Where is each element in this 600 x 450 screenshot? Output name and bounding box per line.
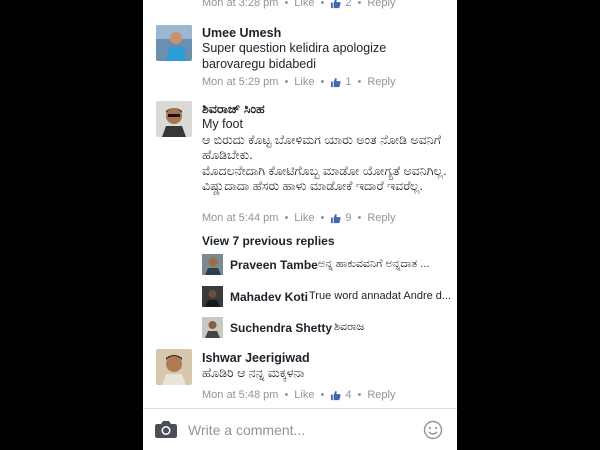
comment-text: ಹೊಡಿರಿ ಆ ನನ್ನ ಮಕ್ಕಳನಾ xyxy=(202,366,305,380)
reply-author[interactable]: Suchendra Shetty xyxy=(230,321,332,335)
like-count: 4 xyxy=(345,389,352,401)
thumbs-up-icon xyxy=(331,77,341,87)
commenter-name[interactable]: ಶಿವರಾಜ್ ಸಿಂಹ xyxy=(202,102,265,117)
like-count: 1 xyxy=(345,76,352,88)
comment-meta-2: Mon at 5:44 pm • Like • 9 • Reply xyxy=(202,212,396,224)
comment-text: Super question kelidira apologize barova… xyxy=(202,41,390,71)
comment-input[interactable]: Write a comment... xyxy=(188,422,305,438)
comment-text: My foot ಆ ಬಿರುದು ಕೊಟ್ಟ ಬೋಳಿಮಗ ಯಾರು ಅಂತ ನ… xyxy=(202,117,447,193)
comment-time: Mon at 5:44 pm xyxy=(202,212,279,224)
reply-link[interactable]: Reply xyxy=(367,389,395,401)
reply-author[interactable]: Mahadev Koti xyxy=(230,290,308,304)
comment-time: Mon at 3:28 pm xyxy=(202,0,279,9)
like-link[interactable]: Like xyxy=(294,389,314,401)
reply-item[interactable]: Praveen Tambe ಅನ್ನ ಹಾಕುವವನಿಗೆ ಅನ್ನದಾತ ..… xyxy=(202,254,452,276)
camera-icon[interactable] xyxy=(155,420,177,438)
comment-time: Mon at 5:48 pm xyxy=(202,389,279,401)
smiley-icon[interactable] xyxy=(423,420,443,440)
reply-link[interactable]: Reply xyxy=(367,212,395,224)
thumbs-up-icon xyxy=(331,390,341,400)
comment-composer: Write a comment... xyxy=(143,408,457,450)
comment-meta-3: Mon at 5:48 pm • Like • 4 • Reply xyxy=(202,389,396,401)
reply-item[interactable]: Mahadev Koti True word annadat Andre d..… xyxy=(202,286,452,308)
thumbs-up-icon xyxy=(331,213,341,223)
comment-time: Mon at 5:29 pm xyxy=(202,76,279,88)
comment-meta-0: Mon at 3:28 pm • Like • 2 • Reply xyxy=(202,0,395,9)
reply-text: ಅನ್ನ ಹಾಕುವವನಿಗೆ ಅನ್ನದಾತ ... xyxy=(318,258,430,270)
reply-link[interactable]: Reply xyxy=(367,0,395,9)
reply-item[interactable]: Suchendra Shetty ಶಿವರಾಜ xyxy=(202,317,452,339)
view-previous-replies-link[interactable]: View 7 previous replies xyxy=(202,234,335,248)
avatar[interactable] xyxy=(202,286,223,307)
comment-meta-1: Mon at 5:29 pm • Like • 1 • Reply xyxy=(202,76,396,88)
reply-link[interactable]: Reply xyxy=(367,76,395,88)
like-count: 2 xyxy=(345,0,352,9)
comments-screen: Mon at 3:28 pm • Like • 2 • Reply Umee U… xyxy=(143,0,457,450)
reply-text: True word annadat Andre d... xyxy=(309,290,452,302)
avatar[interactable] xyxy=(156,25,192,61)
like-count: 9 xyxy=(345,212,352,224)
like-link[interactable]: Like xyxy=(294,0,314,9)
avatar[interactable] xyxy=(202,254,223,275)
like-link[interactable]: Like xyxy=(294,212,314,224)
avatar[interactable] xyxy=(202,317,223,338)
avatar[interactable] xyxy=(156,349,192,385)
thumbs-up-icon xyxy=(331,0,341,8)
reply-text: ಶಿವರಾಜ xyxy=(334,321,365,333)
like-link[interactable]: Like xyxy=(294,76,314,88)
avatar[interactable] xyxy=(156,101,192,137)
commenter-name[interactable]: Ishwar Jeerigiwad xyxy=(202,351,310,365)
commenter-name[interactable]: Umee Umesh xyxy=(202,26,281,40)
reply-author[interactable]: Praveen Tambe xyxy=(230,258,318,272)
